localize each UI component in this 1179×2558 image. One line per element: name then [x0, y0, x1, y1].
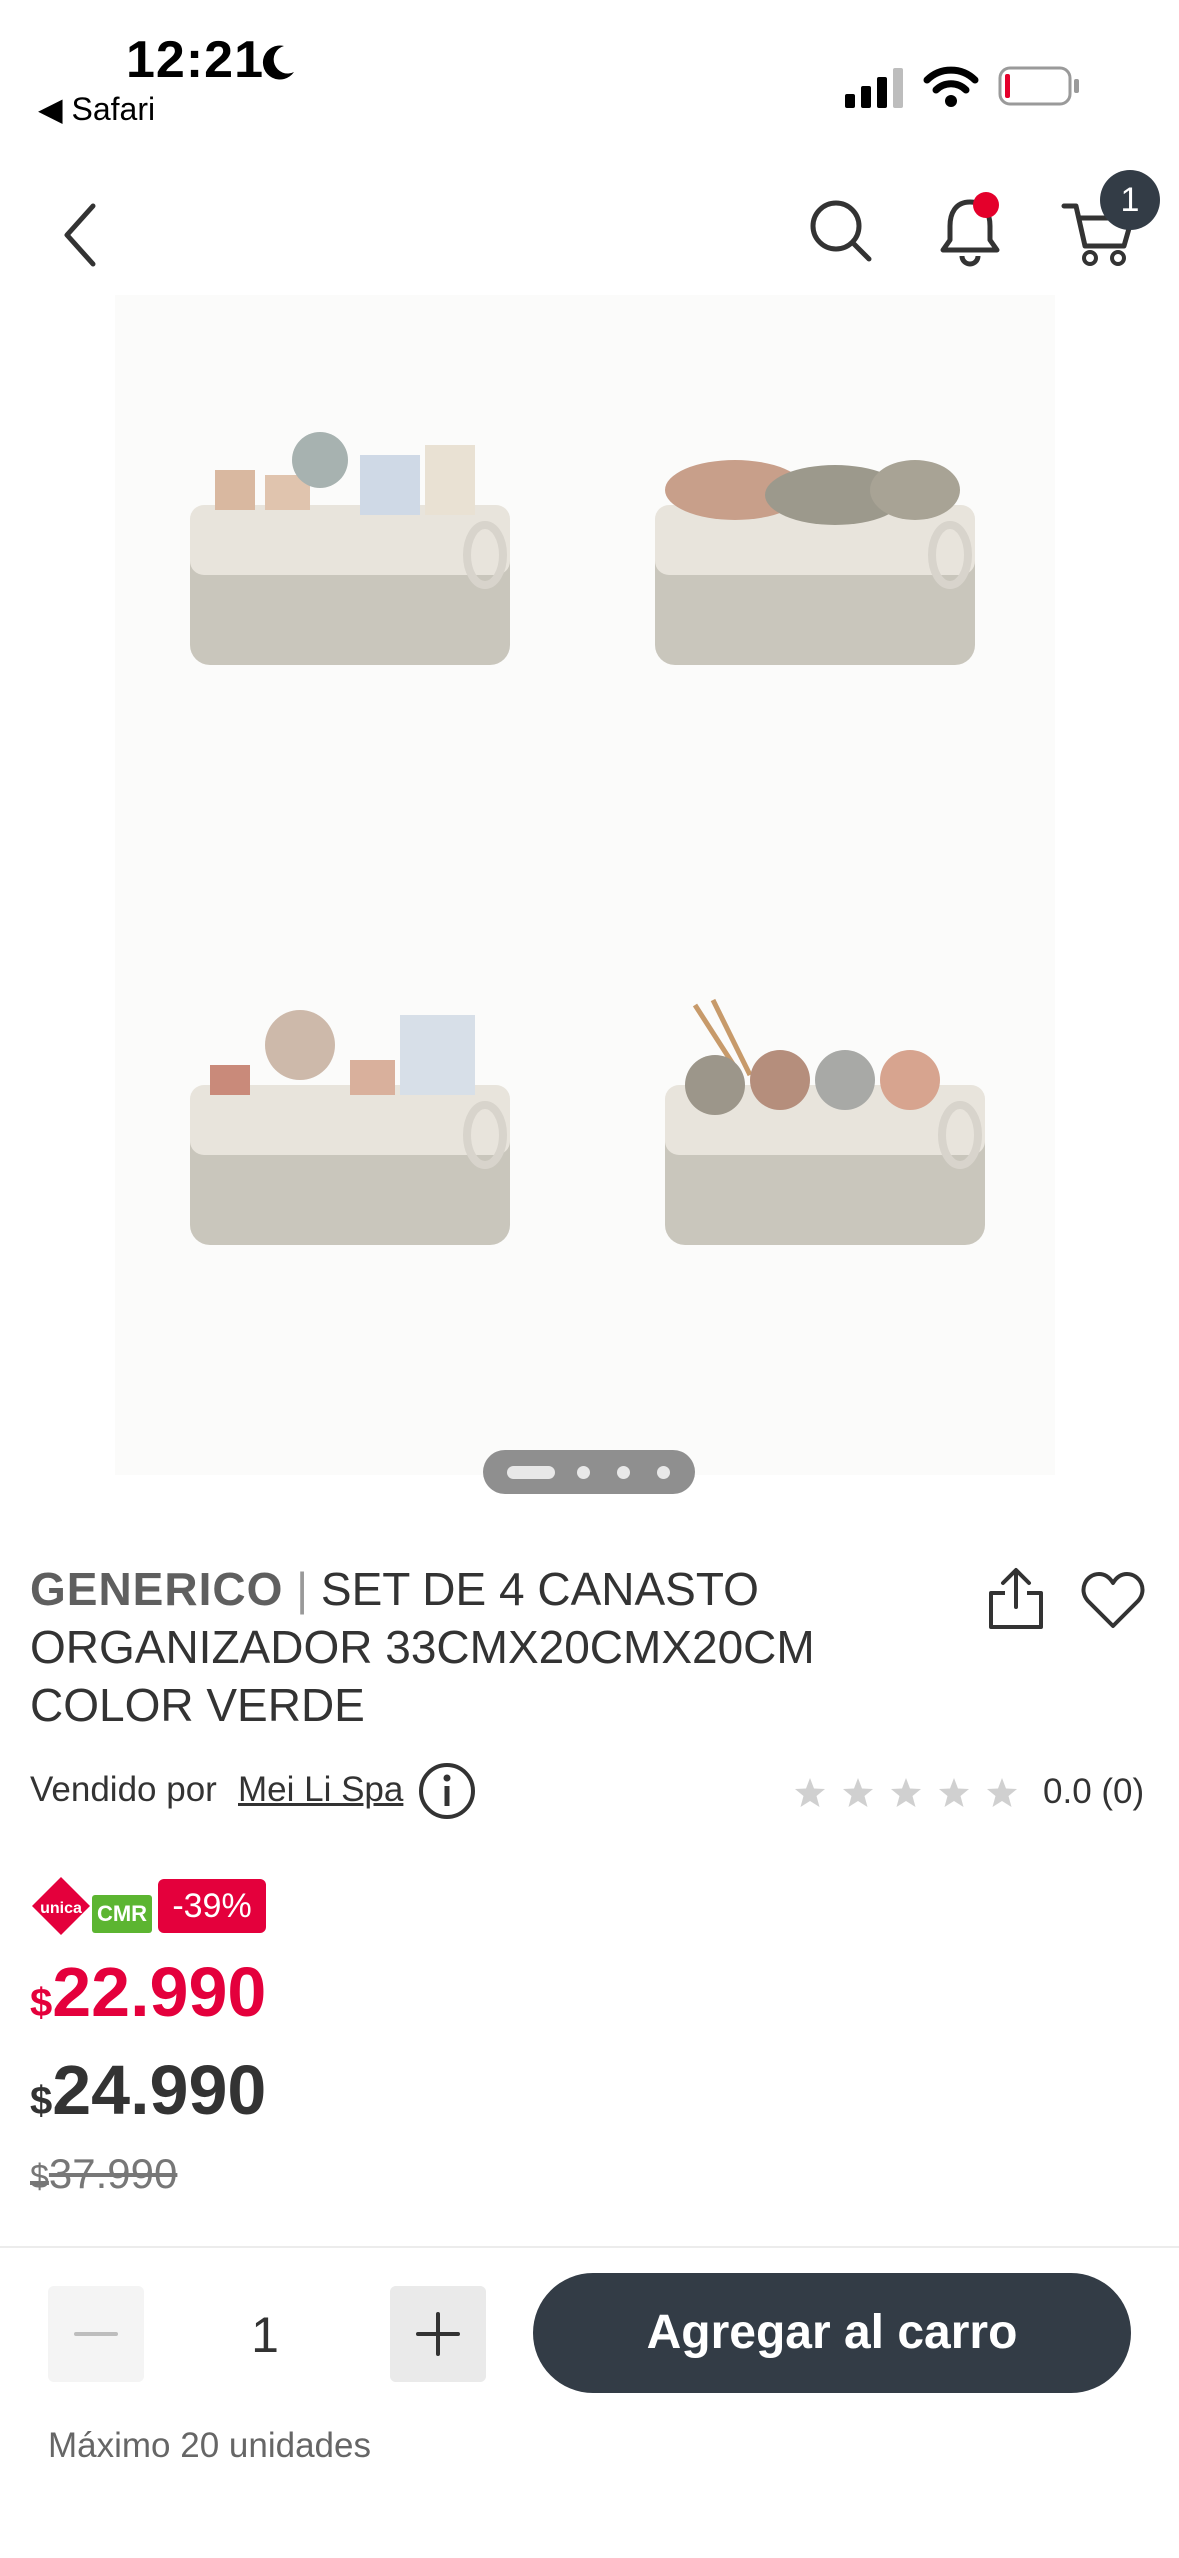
search-icon[interactable] — [805, 195, 875, 265]
cmr-price: $22.990 — [30, 1952, 266, 2032]
rating-stars — [793, 1776, 1033, 1815]
cart-count-badge: 1 — [1100, 170, 1160, 230]
currency-symbol: $ — [30, 1981, 53, 2025]
max-units-note: Máximo 20 unidades — [48, 2426, 371, 2465]
product-image-gallery[interactable] — [115, 295, 1055, 1475]
top-nav — [0, 160, 1179, 300]
original-price-value: 37.990 — [48, 2150, 178, 2197]
gallery-pagination — [483, 1450, 695, 1494]
quantity-decrease-button[interactable] — [48, 2286, 144, 2382]
product-image — [655, 460, 975, 665]
brand-name[interactable]: GENERICO — [30, 1563, 283, 1615]
pagination-dot[interactable] — [617, 1466, 630, 1479]
title-separator: | — [296, 1563, 309, 1615]
battery-icon — [998, 66, 1079, 106]
bell-icon[interactable] — [935, 190, 1005, 270]
regular-price-value: 24.990 — [52, 2051, 267, 2129]
heart-icon[interactable] — [1080, 1570, 1146, 1630]
product-image — [190, 432, 510, 665]
status-bar: 12:21 ◀ Safari — [0, 0, 1179, 150]
status-time: 12:21 — [126, 31, 264, 89]
unica-label: unica — [40, 1900, 82, 1917]
back-arrow-icon[interactable] — [55, 200, 105, 270]
seller-link[interactable]: Mei Li Spa — [238, 1770, 403, 1810]
original-price: $37.990 — [30, 2150, 177, 2198]
add-to-cart-bar: 1 Agregar al carro Máximo 20 unidades — [0, 2246, 1179, 2558]
signal-icon — [845, 68, 903, 108]
star-icon — [987, 1778, 1017, 1807]
wifi-icon — [923, 66, 979, 107]
product-image — [665, 998, 985, 1245]
star-icon — [939, 1778, 969, 1807]
cmr-price-value: 22.990 — [52, 1953, 267, 2031]
quantity-increase-button[interactable] — [390, 2286, 486, 2382]
star-icon — [891, 1778, 921, 1807]
product-title: GENERICO | SET DE 4 CANASTO ORGANIZADOR … — [30, 1560, 930, 1734]
currency-symbol: $ — [30, 2158, 49, 2196]
product-image — [190, 1010, 510, 1245]
star-icon — [843, 1778, 873, 1807]
discount-badge: -39% — [158, 1879, 266, 1933]
info-icon[interactable] — [418, 1762, 476, 1820]
pagination-dot[interactable] — [657, 1466, 670, 1479]
add-to-cart-button[interactable]: Agregar al carro — [533, 2273, 1131, 2393]
unica-logo: unica — [32, 1877, 90, 1935]
regular-price: $24.990 — [30, 2050, 266, 2130]
cmr-badge: CMR — [92, 1895, 152, 1933]
sold-by-label: Vendido por — [30, 1770, 217, 1809]
rating-value[interactable]: 0.0 (0) — [1043, 1772, 1144, 1812]
moon-icon — [262, 45, 294, 80]
share-icon[interactable] — [985, 1565, 1047, 1631]
star-icon — [795, 1778, 825, 1807]
pagination-dot[interactable] — [507, 1466, 555, 1479]
pagination-dot[interactable] — [577, 1466, 590, 1479]
currency-symbol: $ — [30, 2079, 53, 2123]
quantity-value[interactable]: 1 — [190, 2306, 340, 2364]
back-to-safari-link[interactable]: ◀ Safari — [38, 90, 155, 128]
